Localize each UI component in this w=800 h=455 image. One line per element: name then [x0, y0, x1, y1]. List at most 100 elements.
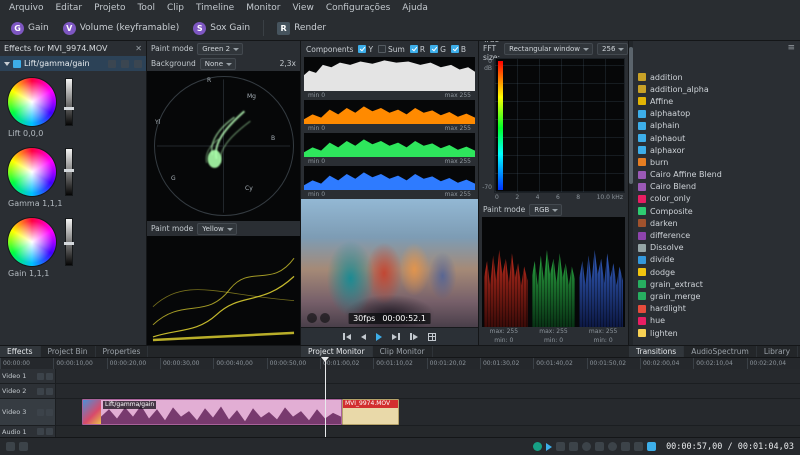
- zoom-out-icon[interactable]: [582, 442, 591, 451]
- timeline-audio-icon[interactable]: [6, 442, 15, 451]
- gamma-color-wheel[interactable]: [8, 148, 56, 196]
- track-lane-video1[interactable]: [56, 369, 800, 383]
- menu-ajuda[interactable]: Ajuda: [396, 0, 434, 16]
- menu-clip[interactable]: Clip: [161, 0, 190, 16]
- checkbox-y[interactable]: [358, 45, 366, 53]
- checkbox-r[interactable]: [410, 45, 418, 53]
- timeline-options-icon[interactable]: [19, 442, 28, 451]
- statusbar-play-icon[interactable]: [546, 443, 552, 451]
- playhead[interactable]: [325, 357, 326, 437]
- overlay-zoom-in-icon[interactable]: [320, 313, 330, 323]
- play-backward-icon[interactable]: [361, 334, 366, 340]
- fft-size-select[interactable]: 256: [597, 43, 628, 55]
- hide-icon[interactable]: [46, 409, 53, 416]
- checkbox-sum[interactable]: [378, 45, 386, 53]
- composition-item[interactable]: grain_extract: [638, 278, 800, 290]
- menu-view[interactable]: View: [286, 0, 319, 16]
- composition-item[interactable]: Cairo Blend: [638, 181, 800, 193]
- composition-item[interactable]: Dissolve: [638, 242, 800, 254]
- parade-paint-mode-select[interactable]: RGB: [529, 204, 562, 216]
- mix-icon[interactable]: [634, 442, 643, 451]
- lift-slider[interactable]: [65, 78, 73, 126]
- volume-keyframable-button[interactable]: V Volume (keyframable): [57, 20, 186, 37]
- track-header-video3[interactable]: Video 3: [0, 399, 56, 425]
- background-select[interactable]: None: [200, 58, 236, 70]
- record-icon[interactable]: [533, 442, 542, 451]
- composition-item[interactable]: alphain: [638, 120, 800, 132]
- composition-item[interactable]: Cairo Affine Blend: [638, 169, 800, 181]
- overlay-zoom-out-icon[interactable]: [307, 313, 317, 323]
- hide-icon[interactable]: [46, 388, 53, 395]
- transitions-scrollbar[interactable]: [629, 41, 633, 345]
- lock-icon[interactable]: [37, 388, 44, 395]
- go-end-icon[interactable]: [392, 333, 400, 340]
- composition-item[interactable]: divide: [638, 254, 800, 266]
- yellow-paint-mode-select[interactable]: Yellow: [197, 223, 237, 235]
- menu-monitor[interactable]: Monitor: [240, 0, 286, 16]
- gain-slider-handle[interactable]: [64, 242, 74, 245]
- lock-icon[interactable]: [46, 428, 53, 435]
- menu-tool[interactable]: Tool: [131, 0, 160, 16]
- collapse-icon[interactable]: [4, 62, 10, 66]
- zoom-in-icon[interactable]: [608, 442, 617, 451]
- menu-editar[interactable]: Editar: [49, 0, 88, 16]
- menu-icon[interactable]: [121, 60, 129, 68]
- active-tool-icon[interactable]: [647, 442, 656, 451]
- lift-slider-handle[interactable]: [64, 107, 74, 110]
- timeline-ruler[interactable]: 00:00:00 00:00:10,00 00:00:20,00 00:00:3…: [0, 357, 800, 369]
- track-lane-video2[interactable]: [56, 384, 800, 398]
- composition-item[interactable]: alphaout: [638, 132, 800, 144]
- go-start-icon[interactable]: [343, 333, 351, 340]
- composition-item[interactable]: hardlight: [638, 303, 800, 315]
- composition-item[interactable]: difference: [638, 229, 800, 241]
- track-lane-video3[interactable]: Lift/gamma/gain MVI_9974.MOV: [56, 399, 800, 425]
- play-icon[interactable]: [376, 333, 382, 341]
- composition-item[interactable]: burn: [638, 156, 800, 168]
- timeline-clip-video[interactable]: MVI_9974.MOV: [342, 399, 399, 425]
- preset-icon[interactable]: [108, 60, 116, 68]
- hamburger-menu-icon[interactable]: ≡: [787, 44, 795, 53]
- composition-item[interactable]: alphaatop: [638, 108, 800, 120]
- gamma-slider-handle[interactable]: [64, 169, 74, 172]
- split-audio-icon[interactable]: [621, 442, 630, 451]
- close-icon[interactable]: ✕: [135, 45, 142, 53]
- delete-effect-icon[interactable]: [134, 60, 142, 68]
- composition-item[interactable]: Affine: [638, 95, 800, 107]
- composition-item[interactable]: addition: [638, 71, 800, 83]
- gain-slider[interactable]: [65, 218, 73, 266]
- zoom-slider-icon[interactable]: [595, 442, 604, 451]
- composition-item[interactable]: grain_merge: [638, 290, 800, 302]
- menu-timeline[interactable]: Timeline: [190, 0, 240, 16]
- composition-item[interactable]: hue: [638, 315, 800, 327]
- composition-item[interactable]: dodge: [638, 266, 800, 278]
- sox-gain-button[interactable]: S Sox Gain: [187, 20, 256, 37]
- gain-button[interactable]: G Gain: [5, 20, 55, 37]
- menu-arquivo[interactable]: Arquivo: [3, 0, 49, 16]
- paint-mode-select[interactable]: Green 2: [197, 43, 243, 55]
- menu-projeto[interactable]: Projeto: [88, 0, 131, 16]
- gain-color-wheel[interactable]: [8, 218, 56, 266]
- track-header-audio1[interactable]: Audio 1: [0, 426, 56, 437]
- track-header-video1[interactable]: Video 1: [0, 369, 56, 383]
- snap-icon[interactable]: [556, 442, 565, 451]
- effect-header[interactable]: Lift/gamma/gain: [0, 56, 146, 71]
- mute-icon[interactable]: [37, 428, 44, 435]
- monitor-grid-icon[interactable]: [428, 333, 436, 341]
- checkbox-g[interactable]: [430, 45, 438, 53]
- lift-color-wheel[interactable]: [8, 78, 56, 126]
- volume-button-icon[interactable]: [410, 333, 418, 340]
- timeline-clip-effect[interactable]: Lift/gamma/gain: [82, 399, 342, 425]
- checkbox-b[interactable]: [451, 45, 459, 53]
- hide-icon[interactable]: [46, 373, 53, 380]
- lock-icon[interactable]: [37, 373, 44, 380]
- menu-configuracoes[interactable]: Configurações: [320, 0, 396, 16]
- fit-zoom-icon[interactable]: [569, 442, 578, 451]
- fft-window-select[interactable]: Rectangular window: [504, 43, 593, 55]
- composition-item[interactable]: darken: [638, 217, 800, 229]
- composition-item[interactable]: lighten: [638, 327, 800, 339]
- render-button[interactable]: R Render: [271, 20, 332, 37]
- gamma-slider[interactable]: [65, 148, 73, 196]
- track-lane-audio1[interactable]: [56, 426, 800, 437]
- composition-item[interactable]: Composite: [638, 205, 800, 217]
- lock-icon[interactable]: [37, 409, 44, 416]
